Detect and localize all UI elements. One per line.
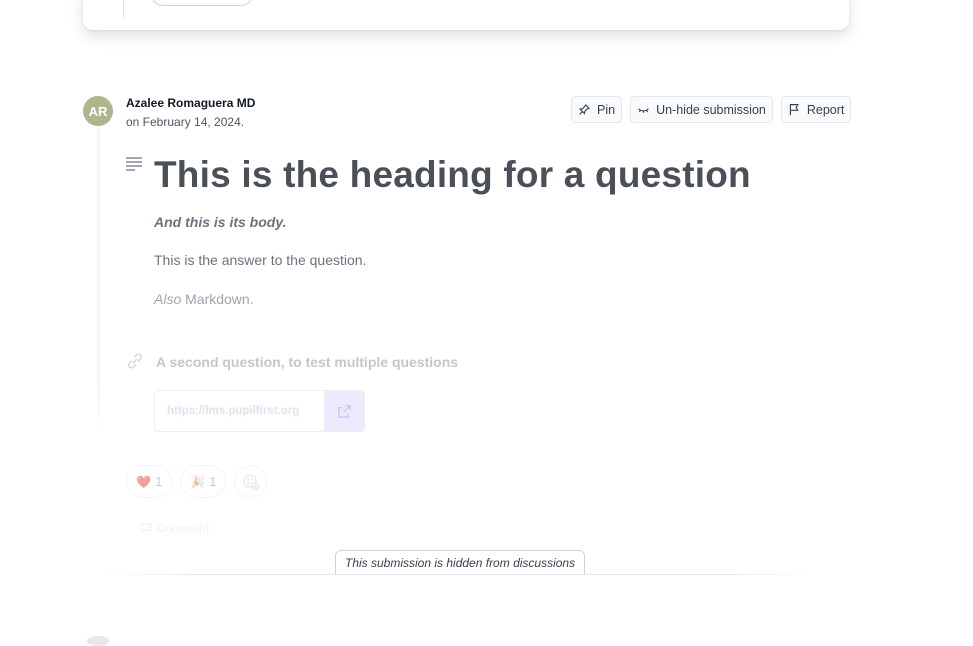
flag-icon bbox=[789, 104, 799, 116]
url-answer-box: https://lms.pupilfirst.org bbox=[154, 390, 365, 432]
next-avatar bbox=[87, 636, 109, 646]
open-link-button[interactable] bbox=[324, 391, 364, 431]
submission-date: on February 14, 2024. bbox=[126, 115, 245, 129]
link-icon bbox=[127, 353, 143, 369]
second-question-label: A second question, to test multiple ques… bbox=[156, 354, 459, 370]
hidden-submission-notice: This submission is hidden from discussio… bbox=[335, 550, 586, 574]
reaction-count: 1 bbox=[209, 474, 217, 489]
markdown-word: Markdown. bbox=[181, 291, 254, 307]
avatar: AR bbox=[83, 96, 113, 126]
reaction-heart[interactable]: ❤️ 1 bbox=[126, 465, 173, 498]
hidden-divider bbox=[100, 574, 820, 575]
comment-label: Comment bbox=[157, 521, 210, 535]
pin-label: Pin bbox=[597, 102, 616, 117]
reaction-party[interactable]: 🎉 1 bbox=[180, 465, 227, 498]
previous-timeline bbox=[123, 0, 124, 20]
add-emoji-icon bbox=[243, 473, 260, 490]
question-heading: This is the heading for a question bbox=[154, 154, 751, 195]
report-button[interactable]: Report bbox=[780, 96, 852, 123]
heart-emoji-icon: ❤️ bbox=[136, 474, 151, 489]
comment-icon bbox=[140, 523, 152, 534]
author-name: Azalee Romaguera MD bbox=[126, 96, 256, 110]
pin-icon bbox=[578, 104, 590, 115]
answer-text: This is the answer to the question. bbox=[154, 252, 367, 268]
markdown-line: Also Markdown. bbox=[154, 291, 254, 307]
avatar-initials: AR bbox=[88, 103, 108, 119]
external-link-icon bbox=[337, 404, 351, 418]
previous-submission-card bbox=[83, 0, 849, 30]
url-text[interactable]: https://lms.pupilfirst.org bbox=[155, 391, 324, 431]
add-reaction-button[interactable] bbox=[234, 465, 268, 498]
also-word: Also bbox=[154, 291, 182, 307]
previous-card-button[interactable] bbox=[151, 0, 253, 6]
comment-button[interactable]: Comment bbox=[140, 521, 209, 535]
unhide-submission-button[interactable]: Un-hide submission bbox=[630, 96, 773, 123]
pin-button[interactable]: Pin bbox=[571, 96, 623, 123]
party-emoji-icon: 🎉 bbox=[190, 474, 206, 489]
submission-actions: Pin Un-hide submission Report bbox=[571, 96, 852, 123]
submission-timeline bbox=[97, 127, 100, 437]
text-lines-icon bbox=[126, 157, 142, 171]
question-body: And this is its body. bbox=[154, 214, 287, 230]
reaction-count: 1 bbox=[154, 474, 163, 489]
report-label: Report bbox=[806, 102, 845, 117]
unhide-label: Un-hide submission bbox=[656, 102, 766, 117]
eye-closed-icon bbox=[638, 108, 649, 113]
reactions-bar: ❤️ 1 🎉 1 bbox=[126, 465, 268, 498]
